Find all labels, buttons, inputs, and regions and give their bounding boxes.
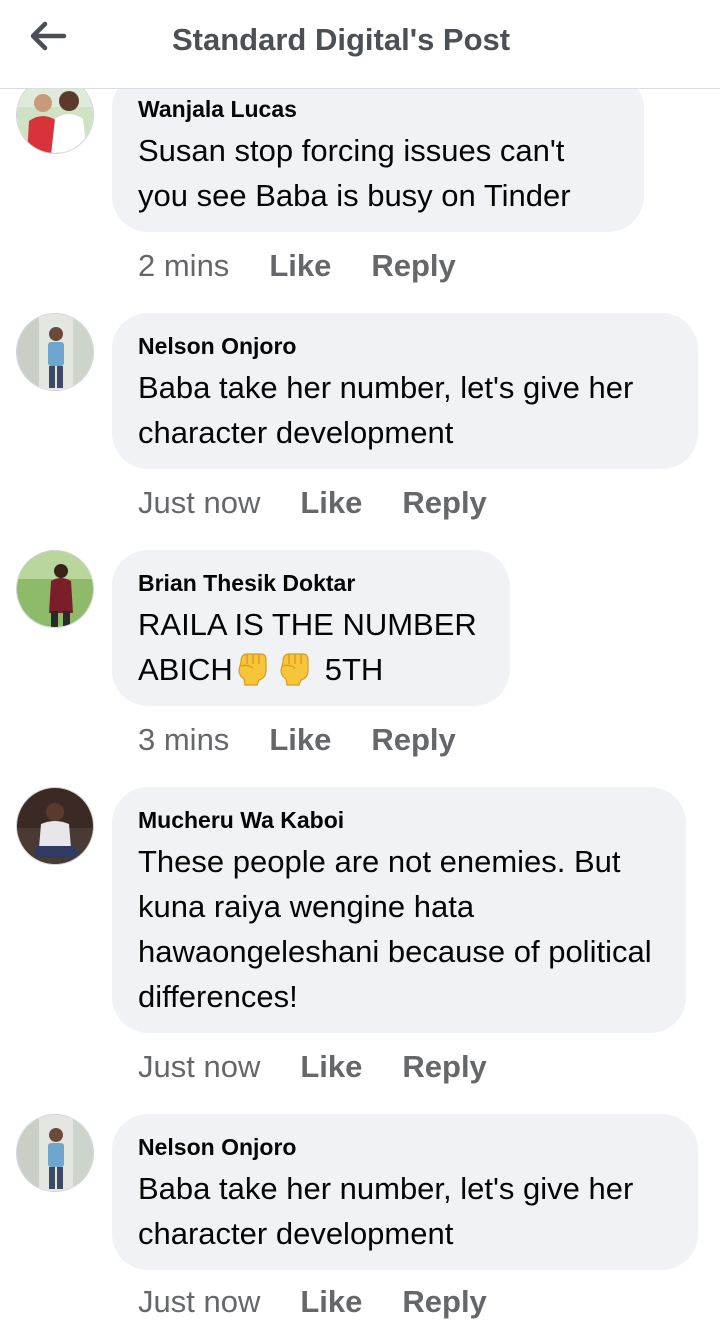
back-button[interactable] (22, 14, 74, 58)
like-button[interactable]: Like (300, 1049, 362, 1085)
avatar[interactable] (16, 1114, 94, 1192)
page-title: Standard Digital's Post (172, 22, 511, 57)
comment-text: Baba take her number, let's give her cha… (138, 1171, 634, 1251)
comment-author[interactable]: Mucheru Wa Kaboi (138, 805, 660, 835)
comment-author[interactable]: Nelson Onjoro (138, 1132, 672, 1162)
comment-timestamp[interactable]: 2 mins (138, 248, 229, 284)
comment-timestamp[interactable]: Just now (138, 1284, 260, 1320)
comments-feed: Wanjala Lucas Susan stop forcing issues … (0, 0, 720, 1320)
comment-text-part: 5TH (324, 652, 384, 687)
raised-fist-emoji (238, 653, 267, 686)
comment-text: These people are not enemies. But kuna r… (138, 844, 652, 1014)
reply-button[interactable]: Reply (371, 722, 455, 758)
like-button[interactable]: Like (300, 1284, 362, 1320)
comment-timestamp[interactable]: 3 mins (138, 722, 229, 758)
avatar-photo (17, 1115, 93, 1191)
comment-actions: Just now Like Reply (138, 1049, 487, 1085)
avatar-photo (17, 314, 93, 390)
avatar-photo (17, 551, 93, 627)
avatar-photo (17, 788, 93, 864)
like-button[interactable]: Like (269, 722, 331, 758)
comment-bubble: Mucheru Wa Kaboi These people are not en… (112, 787, 686, 1033)
comment-text: Baba take her number, let's give her cha… (138, 370, 634, 450)
comment-bubble: Nelson Onjoro Baba take her number, let'… (112, 313, 698, 469)
comment-bubble: Nelson Onjoro Baba take her number, let'… (112, 1114, 698, 1270)
raised-fist-emoji (280, 653, 309, 686)
comment-actions: Just now Like Reply (138, 1284, 487, 1320)
comment-actions: 3 mins Like Reply (138, 722, 456, 758)
reply-button[interactable]: Reply (371, 248, 455, 284)
comment-actions: 2 mins Like Reply (138, 248, 456, 284)
comment-author[interactable]: Brian Thesik Doktar (138, 568, 484, 598)
avatar[interactable] (16, 787, 94, 865)
arrow-left-icon (30, 21, 67, 51)
comment-author[interactable]: Wanjala Lucas (138, 94, 618, 124)
avatar[interactable] (16, 550, 94, 628)
like-button[interactable]: Like (269, 248, 331, 284)
comment-text: RAILA IS THE NUMBER ABICH 5TH (138, 602, 484, 692)
comment-author[interactable]: Nelson Onjoro (138, 331, 672, 361)
reply-button[interactable]: Reply (402, 1284, 486, 1320)
avatar[interactable] (16, 313, 94, 391)
reply-button[interactable]: Reply (402, 1049, 486, 1085)
top-bar: Standard Digital's Post (0, 0, 720, 89)
reply-button[interactable]: Reply (402, 485, 486, 521)
comment-bubble: Wanjala Lucas Susan stop forcing issues … (112, 72, 644, 232)
comment-timestamp[interactable]: Just now (138, 1049, 260, 1085)
comment-text: Susan stop forcing issues can't you see … (138, 133, 571, 213)
comment-timestamp[interactable]: Just now (138, 485, 260, 521)
comment-actions: Just now Like Reply (138, 485, 487, 521)
like-button[interactable]: Like (300, 485, 362, 521)
comment-bubble: Brian Thesik Doktar RAILA IS THE NUMBER … (112, 550, 510, 706)
